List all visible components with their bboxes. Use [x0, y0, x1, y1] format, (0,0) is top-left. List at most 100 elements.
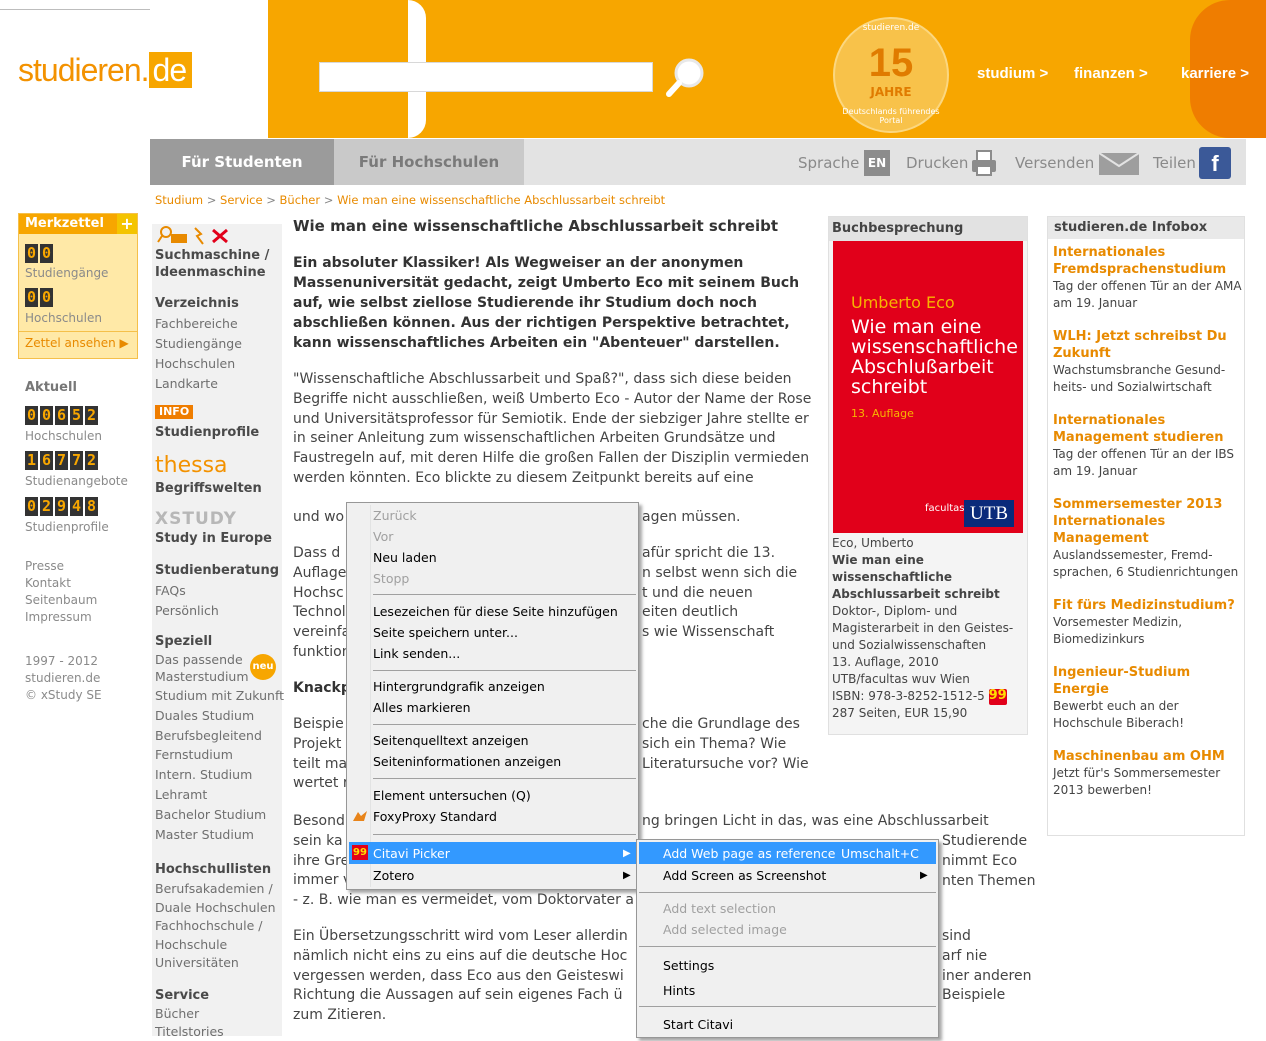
book-author: Eco, Umberto — [832, 536, 914, 550]
share-label[interactable]: Teilen — [1153, 154, 1196, 172]
infobox-item[interactable]: Maschinenbau am OHM Jetzt für's Sommersem… — [1053, 748, 1244, 799]
breadcrumb-current[interactable]: Wie man eine wissenschaftliche Abschluss… — [337, 193, 665, 207]
nav-link-duales-studium[interactable]: Duales Studium — [155, 706, 284, 726]
site-logo[interactable]: studieren. de — [18, 52, 193, 89]
menu-item-view-source[interactable]: Seitenquelltext anzeigen — [373, 733, 529, 748]
nav-link-berufsakademien[interactable]: Berufsakademien / — [155, 880, 276, 899]
submenu-add-text-selection[interactable]: Add text selection — [663, 901, 776, 916]
nav-link-fachhochschule[interactable]: Fachhochschule / — [155, 917, 276, 936]
nav-link-studiengaenge[interactable]: Studiengänge — [155, 334, 242, 354]
nav-link-faqs[interactable]: FAQs — [155, 581, 219, 601]
zettel-ansehen-link[interactable]: Zettel ansehen ▶ — [25, 336, 129, 350]
mail-icon[interactable] — [1097, 148, 1141, 178]
neu-badge: neu — [250, 654, 276, 680]
studienberatung-title: Studienberatung — [155, 563, 280, 578]
plus-icon[interactable]: + — [117, 214, 137, 234]
article-p5-right: sind arf nie iner anderen Beispiele — [942, 928, 1032, 1004]
nav-link-fernstudium[interactable]: Fernstudium — [155, 745, 284, 765]
menu-item-zotero[interactable]: Zotero — [373, 868, 414, 883]
article-p3-left: Beispie Projekt teilt ma wertet r — [293, 716, 349, 792]
menu-item-bookmark[interactable]: Lesezeichen für diese Seite hinzufügen — [373, 604, 618, 619]
menu-item-back[interactable]: Zurück — [373, 508, 417, 523]
print-label[interactable]: Drucken — [906, 154, 968, 172]
infobox-item[interactable]: Ingenieur-Studium Energie Bewerbt euch an… — [1053, 664, 1244, 732]
nav-study-in-europe[interactable]: Study in Europe — [155, 531, 272, 546]
nav-link-buecher[interactable]: Bücher — [155, 1005, 224, 1023]
menu-item-forward[interactable]: Vor — [373, 529, 393, 544]
search-input[interactable] — [319, 62, 653, 92]
infobox-item[interactable]: Internationales Management studieren Tag … — [1053, 412, 1244, 480]
search-icon[interactable] — [664, 56, 708, 100]
book-isbn: ISBN: 978-3-8252-1512-5 99 — [832, 687, 1007, 705]
article-subheading: Knackp — [293, 680, 351, 696]
nav-link-landkarte[interactable]: Landkarte — [155, 374, 242, 394]
breadcrumb-buecher[interactable]: Bücher — [280, 193, 321, 207]
menu-item-save-page[interactable]: Seite speichern unter... — [373, 625, 518, 640]
portal-link-finanzen[interactable]: finanzen > — [1074, 65, 1148, 82]
speziell-title: Speziell — [155, 634, 213, 649]
language-label[interactable]: Sprache — [798, 154, 859, 172]
nav-link-lehramt[interactable]: Lehramt — [155, 785, 284, 805]
submenu-shortcut: Umschalt+C — [841, 846, 919, 861]
submenu-hints[interactable]: Hints — [663, 983, 695, 998]
menu-item-citavi-picker[interactable]: Citavi Picker — [373, 846, 450, 861]
nav-begriffswelten[interactable]: Begriffswelten — [155, 481, 262, 496]
book-title[interactable]: Wie man eine wissenschaftliche Abschluss… — [832, 552, 1022, 603]
infobox-item[interactable]: Sommersemester 2013 Internationales Mana… — [1053, 496, 1244, 581]
send-label[interactable]: Versenden — [1015, 154, 1094, 172]
link-impressum[interactable]: Impressum — [25, 609, 97, 626]
xstudy-logo[interactable]: XSTUDY — [155, 509, 237, 529]
suchmaschine-title[interactable]: Suchmaschine / Ideenmaschine — [155, 247, 269, 281]
infobox-heading: studieren.de Infobox — [1048, 217, 1244, 239]
menu-item-send-link[interactable]: Link senden... — [373, 646, 460, 661]
nav-link-intern-studium[interactable]: Intern. Studium — [155, 765, 284, 785]
portal-link-studium[interactable]: studium > — [977, 65, 1048, 82]
menu-item-reload[interactable]: Neu laden — [373, 550, 437, 565]
link-presse[interactable]: Presse — [25, 558, 97, 575]
nav-link-fachbereiche[interactable]: Fachbereiche — [155, 314, 242, 334]
language-en-icon[interactable]: EN — [864, 150, 890, 176]
printer-icon[interactable] — [969, 148, 999, 178]
menu-item-page-info[interactable]: Seiteninformationen anzeigen — [373, 754, 561, 769]
nav-link-hochschule[interactable]: Hochschule — [155, 936, 276, 955]
thessa-logo[interactable]: thessa — [155, 453, 228, 478]
submenu-add-web-page[interactable]: Add Web page as reference — [663, 846, 835, 861]
nav-link-studium-mit-zukunft[interactable]: Studium mit Zukunft — [155, 686, 284, 706]
merkzettel-count-studiengaenge: 00 — [25, 244, 53, 263]
tab-fuer-hochschulen[interactable]: Für Hochschulen — [334, 139, 524, 185]
infobox-item[interactable]: WLH: Jetzt schreibst Du Zukunft Wachstums… — [1053, 328, 1244, 396]
submenu-settings[interactable]: Settings — [663, 958, 714, 973]
nav-studienprofile[interactable]: Studienprofile — [155, 425, 259, 440]
nav-link-titelstories[interactable]: Titelstories — [155, 1023, 224, 1041]
nav-link-persoenlich[interactable]: Persönlich — [155, 601, 219, 621]
menu-item-show-bg-image[interactable]: Hintergrundgrafik anzeigen — [373, 679, 545, 694]
book-cover-image[interactable]: Umberto Eco Wie man eine wissenschaftlic… — [833, 241, 1023, 533]
link-seitenbaum[interactable]: Seitenbaum — [25, 592, 97, 609]
link-kontakt[interactable]: Kontakt — [25, 575, 97, 592]
nav-link-bachelor-studium[interactable]: Bachelor Studium — [155, 805, 284, 825]
nav-link-universitaeten[interactable]: Universitäten — [155, 954, 276, 973]
submenu-add-selected-image[interactable]: Add selected image — [663, 922, 787, 937]
menu-item-inspect[interactable]: Element untersuchen (Q) — [373, 788, 531, 803]
breadcrumb-service[interactable]: Service — [220, 193, 263, 207]
citavi-quote-icon[interactable]: 99 — [988, 688, 1007, 705]
service-title: Service — [155, 988, 210, 1003]
article-lead: Ein absoluter Klassiker! Als Wegweiser a… — [293, 255, 800, 351]
article-p4-right-1: ng bringen Licht in das, was eine Abschl… — [642, 813, 989, 829]
tab-fuer-studenten[interactable]: Für Studenten — [150, 139, 334, 185]
citavi-icon: 99 — [352, 845, 368, 860]
nav-link-berufsbegleitend[interactable]: Berufsbegleitend — [155, 726, 284, 746]
menu-item-foxyproxy[interactable]: FoxyProxy Standard — [373, 809, 497, 824]
nav-link-duale-hochschulen[interactable]: Duale Hochschulen — [155, 899, 276, 918]
submenu-add-screenshot[interactable]: Add Screen as Screenshot — [663, 868, 826, 883]
nav-link-hochschulen[interactable]: Hochschulen — [155, 354, 242, 374]
infobox-item[interactable]: Internationales Fremdsprachenstudium Tag … — [1053, 244, 1244, 312]
menu-item-stop[interactable]: Stopp — [373, 571, 409, 586]
menu-item-select-all[interactable]: Alles markieren — [373, 700, 471, 715]
infobox-item[interactable]: Fit fürs Medizinstudium? Vorsemester Medi… — [1053, 597, 1244, 648]
facebook-icon[interactable]: f — [1199, 147, 1231, 179]
submenu-start-citavi[interactable]: Start Citavi — [663, 1017, 733, 1032]
portal-link-karriere[interactable]: karriere > — [1181, 65, 1249, 82]
nav-link-master-studium[interactable]: Master Studium — [155, 825, 284, 845]
breadcrumb-studium[interactable]: Studium — [155, 193, 203, 207]
